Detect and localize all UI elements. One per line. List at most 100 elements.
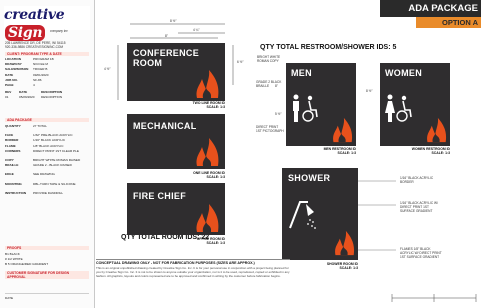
callout-lines <box>358 180 396 251</box>
package-row: MOUNTING DBL-TURN TAPE & SILICONE <box>5 182 89 187</box>
package-row-value: 27 TOTAL <box>33 124 47 128</box>
flame-icon <box>427 117 447 143</box>
mechanical-title: MECHANICAL <box>133 121 197 131</box>
logo-tagline: company inc <box>50 29 68 33</box>
shower-title: SHOWER <box>288 173 331 183</box>
signature-date-label: DATE <box>5 296 14 300</box>
dim-h2: 6 ½" <box>237 60 244 64</box>
package-row-value: BRIGHT WHITE ROMAN RAISED <box>33 158 81 163</box>
rev-desc: DESCRIPTION <box>41 95 63 100</box>
callout-border: 1/16" BLACK ACRYLIC BORDER <box>400 176 434 184</box>
men-title: MEN <box>291 68 312 78</box>
dim-h1: 4 ½" <box>104 67 111 71</box>
men-scale: SCALE: 1:3 <box>337 151 356 156</box>
company-logo: creative Sign <box>4 6 90 41</box>
flame-icon <box>196 138 219 166</box>
dim-h3: 5 ½" <box>275 112 282 116</box>
flame-icon <box>333 117 353 143</box>
flame-icon <box>196 70 219 98</box>
proofs-section-header: PROOFS <box>5 246 89 250</box>
package-row-key: BRAILLE <box>5 163 19 168</box>
flame-icon <box>196 204 219 232</box>
title-block-panel: creativeSign company inc 205 LAWRENCE DR… <box>0 0 95 308</box>
package-row: EDGE SEE DRAWING <box>5 172 89 177</box>
women-accessible-pictogram-icon <box>385 94 412 122</box>
callout-grade2: GRADE 2 BLACK BRAILLE <box>256 80 282 88</box>
mechanical-sign[interactable]: MECHANICAL <box>127 114 225 169</box>
package-row-key: CORNERS <box>5 148 21 153</box>
package-row-value: PROVIDE DANDRILL <box>33 190 64 195</box>
package-row-value: SEE DRAWING <box>33 172 55 177</box>
mechanical-scale: SCALE: 1:3 <box>206 175 225 180</box>
men-label: MEN RESTROOM ID SCALE: 1:3 <box>300 147 356 156</box>
package-row-value: GRADE 2 - BLACK RAISED <box>33 163 72 168</box>
shower-room-sign[interactable]: SHOWER <box>282 168 358 260</box>
conference-title-1: CONFERENCE <box>133 48 200 58</box>
job-section-header: CLIENT: PROGRAM TYPE & DATE <box>5 52 89 56</box>
job-row-value: SF-86 <box>33 77 42 82</box>
callout-bright-white: BRIGHT WHITE ROMAN COPY <box>257 55 281 63</box>
rev-num: 01 <box>5 95 9 100</box>
dim-w1: 8 ½" <box>170 19 177 23</box>
package-row-value: DIRECT PRINT 1ST CLEAR PLE <box>33 148 79 153</box>
conference-scale: SCALE: 1:3 <box>206 105 225 110</box>
package-row-key: INSTRUCTION <box>5 190 27 195</box>
title-banner: ADA PACKAGE OPTION A <box>380 0 481 28</box>
job-row-value: 09/01/2020 <box>33 72 49 77</box>
package-row-value: 1/32" PRE-BLACK ACRYLIC <box>33 133 73 138</box>
fire-chief-label: OFFICE ROOM ID SCALE: 1:3 <box>160 237 225 246</box>
callout-direct-print: DIRECT PRINT 1ST PICTOGRAPH <box>256 125 284 133</box>
women-label: WOMEN RESTROOM ID SCALE: 1:3 <box>384 147 450 156</box>
dim-h4: 8" <box>275 84 278 88</box>
proof-item: B 5 ORANGE/RED GRADIENT <box>5 262 49 267</box>
shower-pictogram-icon <box>289 201 316 229</box>
package-row: QUANTITY 27 TOTAL <box>5 124 89 129</box>
package-rows: QUANTITY 27 TOTAL FACE 1/32" PRE-BLACK ACRY… <box>5 124 89 196</box>
logo-word: creative <box>4 7 65 23</box>
revision-table: REV DATE DESCRIPTION 01 05/29/2020 DESCRIPTI… <box>5 90 89 100</box>
women-restroom-sign[interactable]: WOMEN <box>380 63 450 146</box>
package-row-value: DBL-TURN TAPE & SILICONE <box>33 181 76 186</box>
job-row-value: PROGRAM 1B <box>33 57 54 61</box>
fire-chief-scale: SCALE: 1:3 <box>206 241 225 246</box>
fire-chief-sign[interactable]: FIRE CHIEF <box>127 183 225 235</box>
dim-w2: 4 ¼" <box>193 28 200 32</box>
women-title: WOMEN <box>385 68 422 78</box>
job-row-value: TRICER B <box>33 67 48 72</box>
fire-chief-title: FIRE CHIEF <box>133 191 187 201</box>
logo-sign: Sign <box>5 25 46 41</box>
banner-title: ADA PACKAGE <box>408 3 478 14</box>
job-row-value: 4 <box>33 83 35 88</box>
conference-title-2: ROOM <box>133 58 163 68</box>
callout-flames: FLAMES 1/8" BLACK ACRYLIC W/ DIRECT PRIN… <box>400 247 442 259</box>
dim-w3: 8" <box>165 34 168 38</box>
package-row: BRAILLE GRADE 2 - BLACK RAISED <box>5 163 89 168</box>
footer-disclaimer: CONCEPTUAL DRAWING ONLY - NOT FOR FABRIC… <box>96 259 290 293</box>
package-row-value: 1/16" BLACK ACRYLIC <box>33 138 66 143</box>
package-row-key: EDGE <box>5 172 14 177</box>
rev-date: 05/29/2020 <box>19 95 35 100</box>
shower-scale: SCALE: 1:3 <box>339 266 358 271</box>
package-row: INSTRUCTION PROVIDE DANDRILL <box>5 191 89 196</box>
shower-label: SHOWER ROOM ID SCALE: 1:3 <box>298 262 358 271</box>
callout-gradient: 1/16" BLACK ACRYLIC W/ DIRECT PRINT 1ST … <box>400 201 438 213</box>
company-phone: 920-336-9886 CREATIVESIGNINC.COM <box>5 45 64 49</box>
proof-items: B1 BLACK # 1/2 WHITE B 5 ORANGE/RED GRADIE… <box>5 252 89 268</box>
package-row-key: QUANTITY <box>5 124 21 128</box>
conference-room-sign[interactable]: CONFERENCE ROOM <box>127 43 225 101</box>
signature-section-header: CUSTOMER SIGNATURE FOR DESIGN APPROVAL <box>5 271 89 279</box>
men-accessible-pictogram-icon <box>293 94 318 122</box>
men-restroom-sign[interactable]: MEN <box>286 63 356 146</box>
women-scale: SCALE: 1:3 <box>431 151 450 156</box>
package-row-value: 1/8" BLACK ACRYLIC <box>33 143 64 148</box>
footer-title: CONCEPTUAL DRAWING ONLY - NOT FOR FABRIC… <box>96 259 290 265</box>
qty-restroom: QTY TOTAL RESTROOM/SHOWER IDS: 5 <box>260 44 397 51</box>
dim-h5: 8 ½" <box>366 89 373 93</box>
job-row: PAGE 4 <box>5 83 89 88</box>
package-section-header: ADA PACKAGE <box>5 118 89 122</box>
signature-line[interactable] <box>5 293 89 294</box>
job-row-value: NICOLE M <box>33 62 48 67</box>
scale-ruler <box>391 294 477 302</box>
conference-label: TWO LINE ROOM ID SCALE: 1:3 <box>160 101 225 110</box>
mechanical-label: ONE LINE ROOM ID SCALE: 1:3 <box>160 171 225 180</box>
